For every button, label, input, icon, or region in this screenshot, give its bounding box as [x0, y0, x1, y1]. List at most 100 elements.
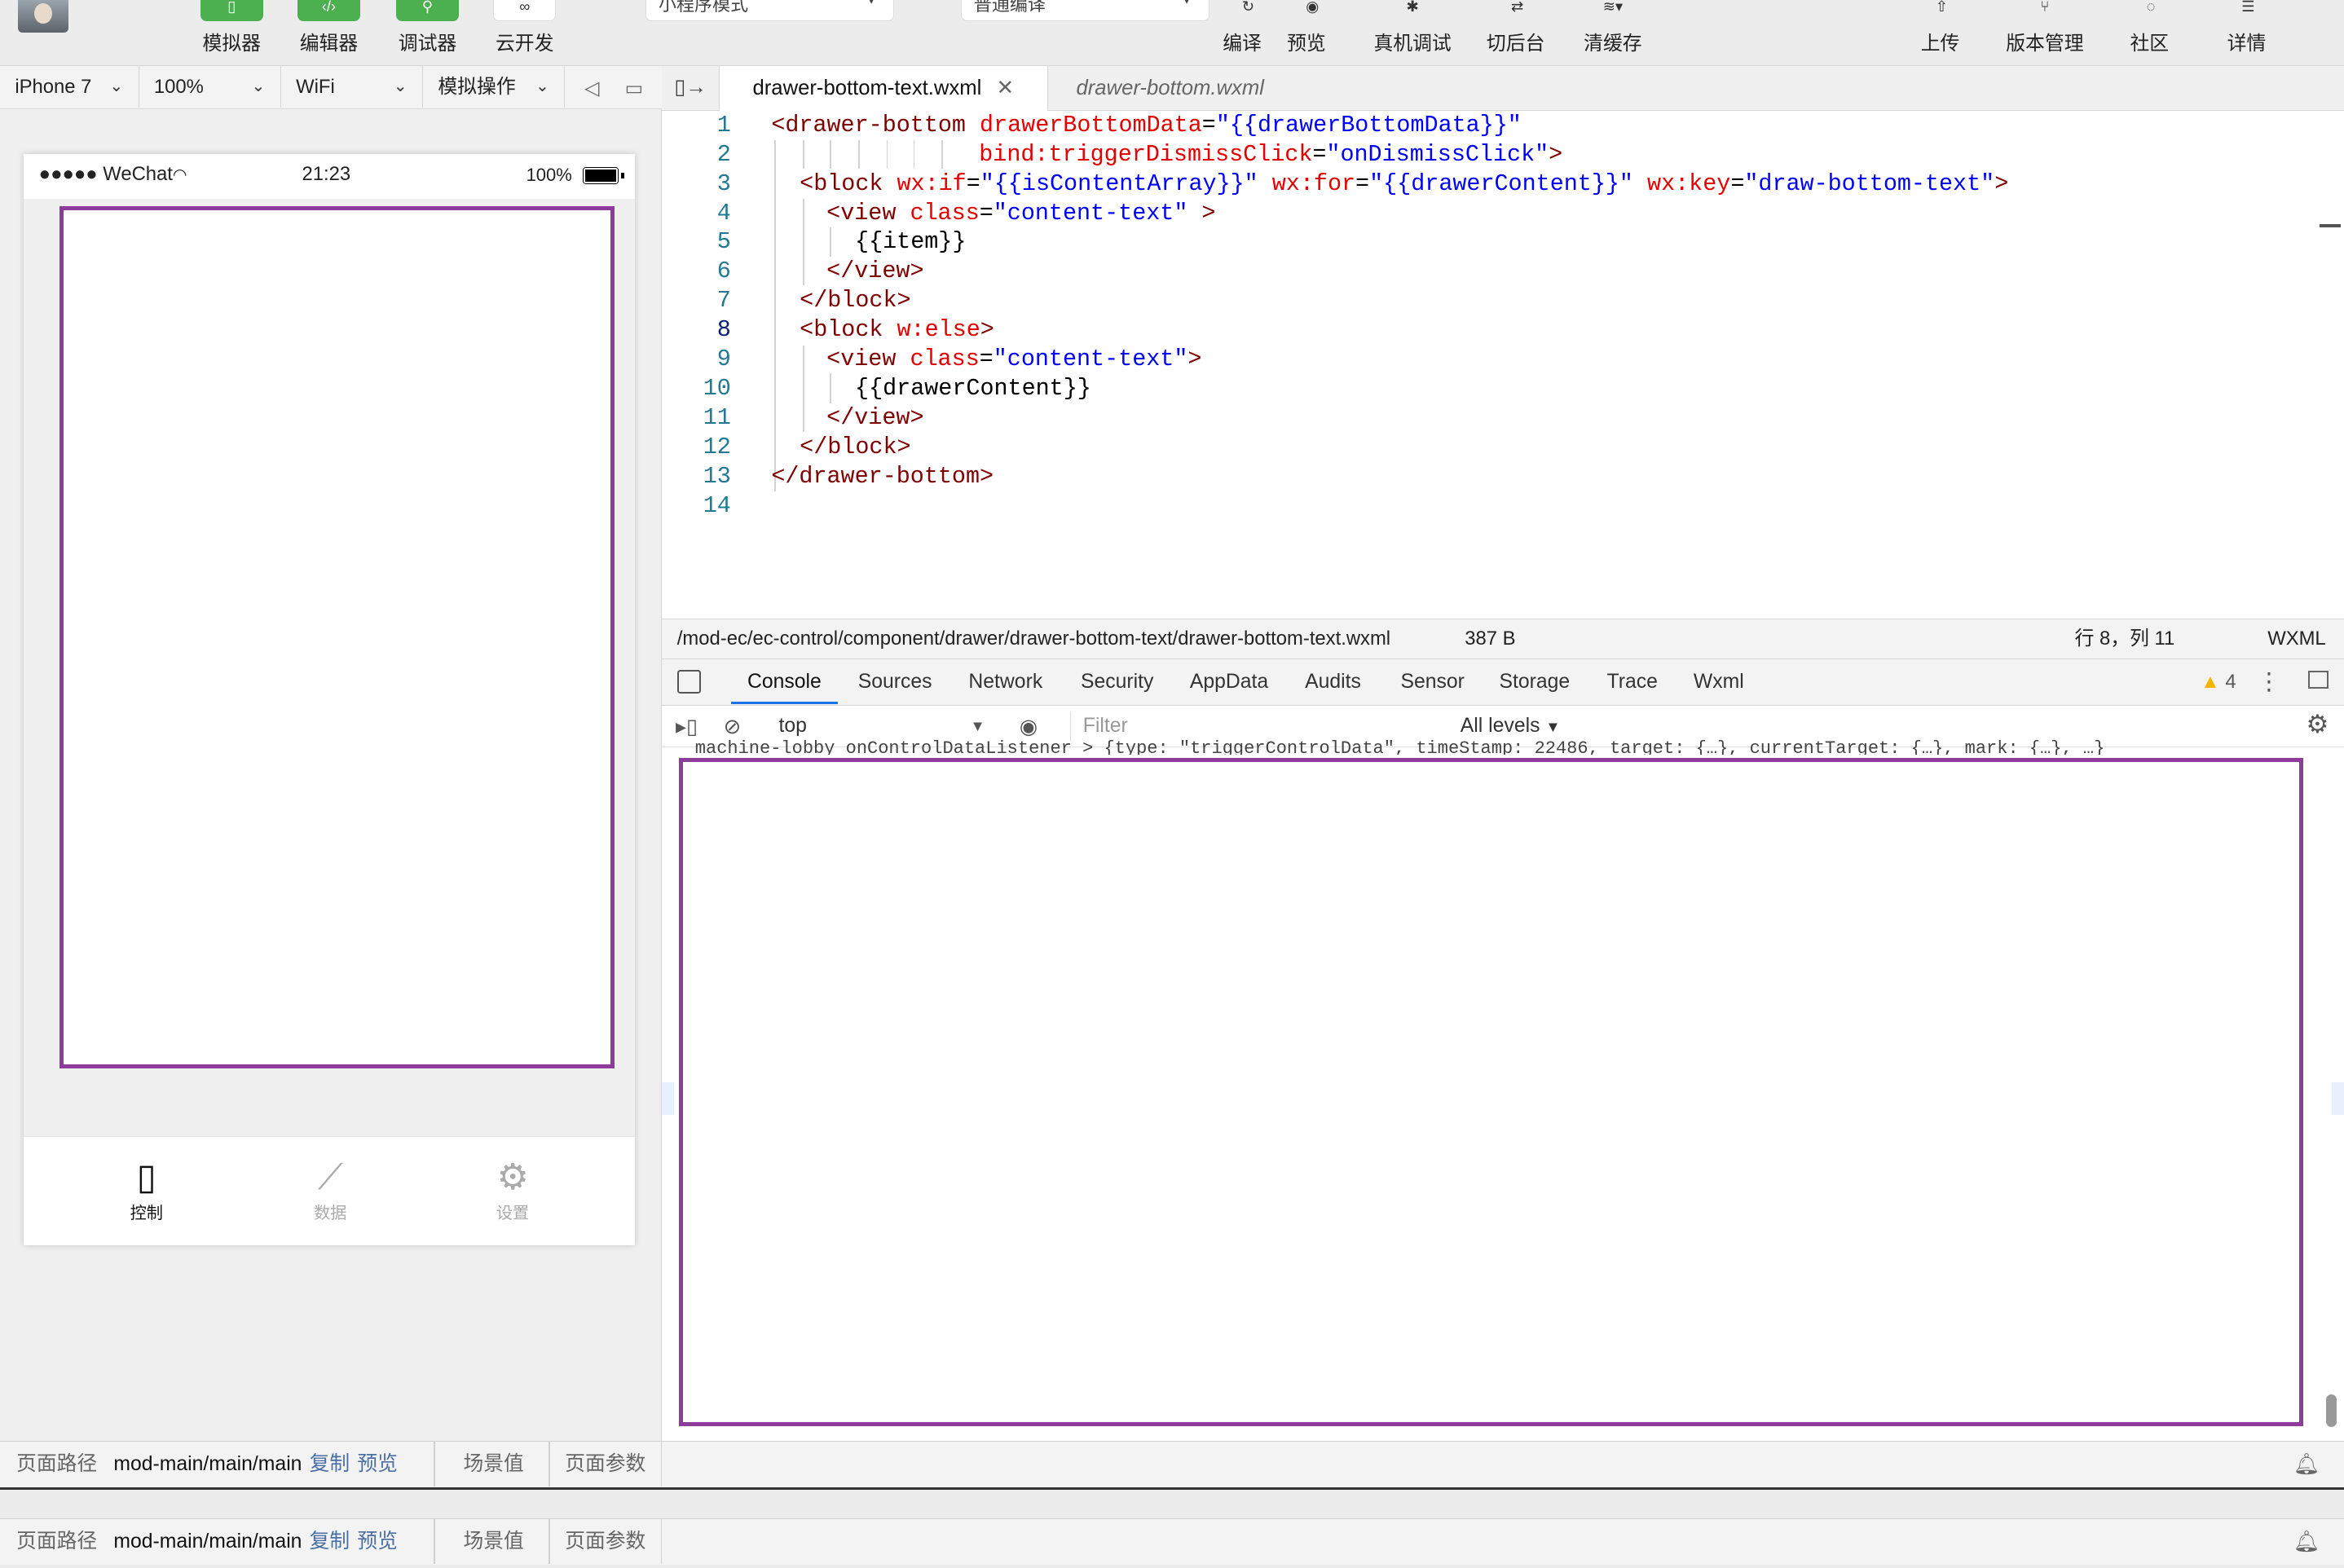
code-line: </block> [800, 434, 911, 461]
page-params-button[interactable]: 页面参数 [565, 1519, 645, 1564]
cursor-position[interactable]: 行 8，列 11 [2075, 619, 2175, 658]
tab-drawer-bottom-text[interactable]: drawer-bottom-text.wxml ✕ [719, 65, 1048, 111]
editor-tab-strip: ▯→ drawer-bottom-text.wxml ✕ drawer-botto… [662, 65, 2344, 111]
background-button[interactable]: ⇄ 切后台 [1486, 0, 1545, 66]
warning-count[interactable]: ▲ 4 [2201, 659, 2236, 704]
editor-button[interactable]: ‹/› 编辑器 [297, 0, 360, 66]
tab-settings[interactable]: ⚙ 设置 [453, 1155, 573, 1223]
detach-window-icon[interactable]: ▭ [625, 77, 644, 100]
line-number: 11 [703, 404, 731, 432]
tab-appdata[interactable]: AppData [1190, 659, 1268, 704]
code-line: bind:triggerDismissClick="onDismissClick… [979, 140, 1563, 168]
network-select[interactable]: WiFi ⌄ [281, 65, 423, 108]
page-path-value: mod-main/main/main [113, 1452, 302, 1475]
console-output[interactable]: machine-lobby onControlDataListener > {t… [662, 740, 2344, 1441]
compile-button[interactable]: ↻ 编译 [1217, 0, 1267, 66]
tab-sources[interactable]: Sources [858, 659, 932, 704]
scene-value-button[interactable]: 场景值 [464, 1519, 524, 1564]
tab-control[interactable]: ▯ 控制 [86, 1155, 206, 1223]
code-line: </view> [826, 404, 924, 432]
preview-link[interactable]: 预览 [357, 1519, 398, 1564]
sidebar-toggle-icon[interactable]: ▸▯ [676, 715, 698, 739]
compile-mode-select[interactable]: 普通编译 ▾ [961, 0, 1209, 21]
details-button[interactable]: ☰ 详情 [2217, 0, 2276, 66]
page-content-area[interactable] [59, 206, 615, 1069]
undock-icon[interactable] [2307, 671, 2329, 689]
language-mode[interactable]: WXML [2267, 619, 2326, 658]
indent-guide [774, 140, 776, 492]
debugger-button[interactable]: ⚲ 调试器 [396, 0, 460, 66]
copy-link[interactable]: 复制 [310, 1519, 350, 1564]
phone-screen: ●●●●● WeChat◠ 21:23 100% ▯ 控制 ⟋ 数据 ⚙ 设置 [24, 153, 636, 1245]
device-select[interactable]: iPhone 7 ⌄ [0, 65, 139, 108]
line-number: 13 [703, 463, 731, 491]
tab-network[interactable]: Network [968, 659, 1042, 704]
preview-button[interactable]: ◉ 预览 [1281, 0, 1332, 66]
version-manage-button[interactable]: ⑂ 版本管理 [2003, 0, 2087, 66]
more-options-icon[interactable]: ⋮ [2257, 659, 2280, 704]
editor-status-bar: /mod-ec/ec-control/component/drawer/draw… [662, 619, 2344, 659]
tab-console[interactable]: Console [730, 659, 838, 704]
code-line: </view> [826, 258, 924, 285]
chevron-down-icon: ⌄ [535, 77, 549, 95]
tab-data[interactable]: ⟋ 数据 [271, 1155, 390, 1223]
mode-select[interactable]: 小程序模式 ▾ [645, 0, 894, 21]
indent-guide [802, 198, 804, 286]
simulate-ops-select[interactable]: 模拟操作 ⌄ [423, 65, 566, 108]
scene-value-button[interactable]: 场景值 [464, 1442, 524, 1487]
main-toolbar: ▯ 模拟器 ‹/› 编辑器 ⚲ 调试器 ∞ 云开发 小程序模式 ▾ 普通编译 ▾… [0, 0, 2344, 66]
tab-security[interactable]: Security [1081, 659, 1153, 704]
layers-icon: ≋▾ [1602, 0, 1624, 15]
console-scrollbar[interactable] [2325, 1394, 2337, 1428]
tab-wxml[interactable]: Wxml [1694, 659, 1744, 704]
tab-trace[interactable]: Trace [1607, 659, 1658, 704]
line-number: 2 [716, 140, 731, 168]
simulator-panel: ●●●●● WeChat◠ 21:23 100% ▯ 控制 ⟋ 数据 ⚙ 设置 [0, 108, 663, 1441]
tab-drawer-bottom[interactable]: drawer-bottom.wxml [1043, 66, 1297, 111]
toggle-sidebar-icon[interactable]: ▯→ [674, 75, 707, 99]
cloud-dev-button[interactable]: ∞ 云开发 [493, 0, 557, 66]
line-number: 5 [716, 228, 731, 256]
upload-button[interactable]: ⇧ 上传 [1910, 0, 1970, 66]
preview-link[interactable]: 预览 [357, 1442, 398, 1487]
community-button[interactable]: ◌ 社区 [2120, 0, 2179, 66]
cloud-icon: ∞ [493, 0, 557, 21]
tab-audits[interactable]: Audits [1305, 659, 1361, 704]
code-line: <view class="content-text" > [826, 199, 1216, 227]
page-params-button[interactable]: 页面参数 [565, 1442, 645, 1487]
devtools-window: ▯ 模拟器 ‹/› 编辑器 ⚲ 调试器 ∞ 云开发 小程序模式 ▾ 普通编译 ▾… [0, 0, 2344, 1568]
clear-cache-button[interactable]: ≋▾ 清缓存 [1580, 0, 1646, 66]
battery-icon [583, 167, 624, 184]
wifi-icon: ◠ [172, 165, 187, 184]
code-line: <block w:else> [800, 316, 994, 344]
zoom-select[interactable]: 100% ⌄ [139, 65, 281, 108]
notification-bell-icon[interactable]: 🔔︎ [2293, 1530, 2320, 1554]
real-device-debug-button[interactable]: ✱ 真机调试 [1371, 0, 1455, 66]
close-icon[interactable]: ✕ [997, 77, 1015, 99]
copy-link[interactable]: 复制 [310, 1442, 350, 1487]
page-path-label: 页面路径 [16, 1452, 98, 1475]
divider [0, 1487, 2344, 1491]
tab-sensor[interactable]: Sensor [1400, 659, 1464, 704]
clear-console-icon[interactable]: ⊘ [724, 715, 742, 739]
user-avatar[interactable] [18, 0, 69, 33]
caret-down-icon: ▾ [1183, 0, 1190, 6]
page-path-bar: 页面路径 mod-main/main/main 复制 预览 场景值 页面参数 🔔… [0, 1518, 2344, 1566]
indent-guide [886, 140, 888, 170]
notification-bell-icon[interactable]: 🔔︎ [2293, 1452, 2320, 1477]
simulator-button[interactable]: ▯ 模拟器 [200, 0, 263, 66]
eye-icon[interactable]: ◉ [1020, 715, 1038, 739]
speaker-icon[interactable]: ◁ [584, 77, 599, 100]
console-settings-icon[interactable]: ⚙ [2306, 710, 2329, 739]
inspect-element-icon[interactable] [676, 669, 702, 694]
indent-guide [802, 345, 804, 432]
phone-tab-bar: ▯ 控制 ⟋ 数据 ⚙ 设置 [24, 1135, 636, 1245]
tab-storage[interactable]: Storage [1499, 659, 1570, 704]
phone-status-bar: ●●●●● WeChat◠ 21:23 100% [24, 153, 636, 199]
upload-icon: ⇧ [1935, 0, 1949, 15]
code-editor[interactable]: 1 2 3 4 5 6 7 8 9 10 11 12 13 14 <drawer… [662, 110, 2344, 619]
scroll-position-marker[interactable] [2320, 224, 2342, 227]
filter-input[interactable]: Filter [1070, 711, 1448, 742]
code-line: <drawer-bottom drawerBottomData="{{drawe… [771, 111, 1522, 139]
line-number: 10 [703, 375, 731, 403]
